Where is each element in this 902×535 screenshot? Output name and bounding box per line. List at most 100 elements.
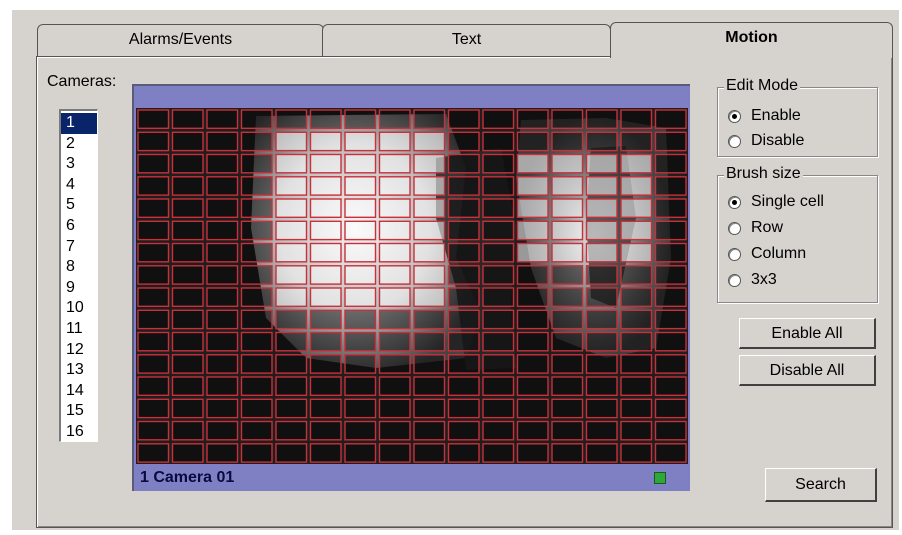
- motion-grid-cell[interactable]: [171, 331, 204, 352]
- motion-grid-cell[interactable]: [240, 331, 273, 352]
- motion-grid-cell[interactable]: [309, 198, 342, 218]
- motion-grid-cell[interactable]: [447, 131, 480, 152]
- motion-grid-cell[interactable]: [551, 176, 584, 196]
- motion-grid-cell[interactable]: [171, 109, 204, 129]
- motion-grid-cell[interactable]: [344, 265, 377, 285]
- motion-grid-cell[interactable]: [344, 309, 377, 330]
- motion-grid-cell[interactable]: [447, 153, 480, 174]
- camera-list-item[interactable]: 11: [61, 319, 97, 340]
- motion-grid-cell[interactable]: [551, 331, 584, 352]
- motion-grid-cell[interactable]: [620, 242, 653, 263]
- search-button[interactable]: Search: [765, 468, 877, 502]
- motion-grid-cell[interactable]: [447, 398, 480, 419]
- motion-grid-cell[interactable]: [585, 331, 618, 352]
- motion-grid-cell[interactable]: [516, 376, 549, 396]
- motion-grid-cell[interactable]: [447, 309, 480, 330]
- motion-grid-cell[interactable]: [482, 309, 515, 330]
- motion-grid-cell[interactable]: [275, 309, 308, 330]
- motion-grid-cell[interactable]: [206, 420, 239, 441]
- motion-grid-cell[interactable]: [171, 220, 204, 241]
- motion-grid-cell[interactable]: [413, 153, 446, 174]
- motion-grid-cell[interactable]: [482, 287, 515, 307]
- motion-grid-cell[interactable]: [516, 153, 549, 174]
- motion-grid-cell[interactable]: [344, 131, 377, 152]
- motion-grid-cell[interactable]: [585, 287, 618, 307]
- motion-grid-cell[interactable]: [378, 176, 411, 196]
- motion-grid-cell[interactable]: [551, 309, 584, 330]
- motion-grid-cell[interactable]: [447, 443, 480, 463]
- motion-grid-cell[interactable]: [137, 198, 170, 218]
- motion-grid-cell[interactable]: [275, 443, 308, 463]
- motion-grid-cell[interactable]: [309, 242, 342, 263]
- motion-grid-cell[interactable]: [171, 309, 204, 330]
- motion-grid-cell[interactable]: [378, 220, 411, 241]
- motion-grid-cell[interactable]: [309, 309, 342, 330]
- motion-grid-cell[interactable]: [240, 398, 273, 419]
- motion-grid-cell[interactable]: [413, 242, 446, 263]
- camera-list-item[interactable]: 16: [61, 422, 97, 443]
- motion-grid-cell[interactable]: [551, 376, 584, 396]
- motion-grid-cell[interactable]: [378, 331, 411, 352]
- camera-list-item[interactable]: 3: [61, 154, 97, 175]
- motion-grid-cell[interactable]: [378, 198, 411, 218]
- motion-grid-cell[interactable]: [447, 376, 480, 396]
- motion-grid-cell[interactable]: [137, 242, 170, 263]
- motion-grid-cell[interactable]: [171, 420, 204, 441]
- motion-grid-cell[interactable]: [482, 420, 515, 441]
- motion-grid-cell[interactable]: [482, 443, 515, 463]
- motion-grid-cell[interactable]: [516, 265, 549, 285]
- motion-grid-cell[interactable]: [516, 287, 549, 307]
- motion-grid-cell[interactable]: [137, 376, 170, 396]
- motion-grid-cell[interactable]: [378, 153, 411, 174]
- motion-grid-cell[interactable]: [585, 220, 618, 241]
- motion-grid-cell[interactable]: [344, 420, 377, 441]
- motion-grid-cell[interactable]: [240, 131, 273, 152]
- camera-list-item[interactable]: 7: [61, 237, 97, 258]
- motion-grid-cell[interactable]: [378, 309, 411, 330]
- motion-grid-cell[interactable]: [551, 220, 584, 241]
- motion-grid-cell[interactable]: [378, 265, 411, 285]
- motion-grid-cell[interactable]: [620, 309, 653, 330]
- motion-grid-cell[interactable]: [482, 153, 515, 174]
- motion-grid-cell[interactable]: [516, 420, 549, 441]
- motion-grid-cell[interactable]: [171, 443, 204, 463]
- motion-grid-cell[interactable]: [447, 176, 480, 196]
- motion-grid-cell[interactable]: [206, 376, 239, 396]
- motion-grid[interactable]: [136, 108, 688, 464]
- motion-grid-cell[interactable]: [240, 443, 273, 463]
- motion-grid-cell[interactable]: [275, 331, 308, 352]
- motion-grid-cell[interactable]: [206, 443, 239, 463]
- motion-grid-cell[interactable]: [344, 176, 377, 196]
- brush-3x3-radio[interactable]: 3x3: [728, 268, 777, 292]
- motion-grid-cell[interactable]: [447, 420, 480, 441]
- motion-grid-cell[interactable]: [516, 443, 549, 463]
- motion-grid-cell[interactable]: [378, 109, 411, 129]
- motion-grid-cell[interactable]: [137, 176, 170, 196]
- motion-grid-cell[interactable]: [206, 153, 239, 174]
- motion-grid-cell[interactable]: [620, 109, 653, 129]
- motion-grid-cell[interactable]: [620, 376, 653, 396]
- motion-grid-cell[interactable]: [413, 131, 446, 152]
- motion-grid-cell[interactable]: [654, 109, 687, 129]
- motion-grid-cell[interactable]: [378, 131, 411, 152]
- motion-grid-cell[interactable]: [171, 153, 204, 174]
- motion-grid-cell[interactable]: [551, 398, 584, 419]
- motion-grid-cell[interactable]: [137, 309, 170, 330]
- motion-grid-cell[interactable]: [344, 109, 377, 129]
- motion-grid-cell[interactable]: [275, 220, 308, 241]
- motion-grid-cell[interactable]: [551, 265, 584, 285]
- motion-grid-cell[interactable]: [654, 198, 687, 218]
- motion-grid-cell[interactable]: [551, 198, 584, 218]
- brush-row-radio[interactable]: Row: [728, 216, 783, 240]
- motion-grid-cell[interactable]: [206, 242, 239, 263]
- motion-grid-cell[interactable]: [309, 153, 342, 174]
- tab-text[interactable]: Text: [322, 24, 611, 56]
- motion-grid-cell[interactable]: [171, 176, 204, 196]
- camera-list-item[interactable]: 4: [61, 175, 97, 196]
- camera-list-item[interactable]: 13: [61, 360, 97, 381]
- motion-grid-cell[interactable]: [171, 354, 204, 374]
- motion-grid-cell[interactable]: [585, 309, 618, 330]
- camera-list-item[interactable]: 15: [61, 401, 97, 422]
- motion-grid-cell[interactable]: [551, 153, 584, 174]
- camera-video-view[interactable]: 1 Camera 01: [132, 84, 690, 491]
